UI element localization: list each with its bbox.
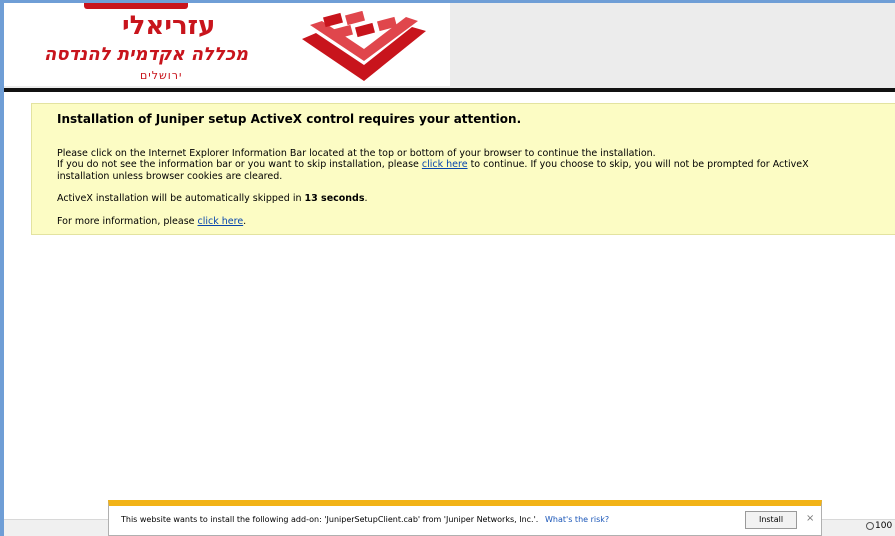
more-info-text: For more information, please bbox=[57, 216, 198, 227]
logo-emblem-icon bbox=[302, 11, 426, 81]
notice-title: Installation of Juniper setup ActiveX co… bbox=[57, 112, 522, 126]
install-button[interactable]: Install bbox=[745, 511, 797, 529]
logo-city: ירושלים bbox=[140, 69, 183, 82]
countdown-text-after: . bbox=[364, 193, 368, 204]
more-info-text-after: . bbox=[243, 216, 247, 227]
notice-more-info: For more information, please click here. bbox=[57, 216, 246, 227]
header-divider bbox=[4, 88, 895, 92]
notice-skip-text-after: to continue. If you choose to skip, you … bbox=[467, 159, 809, 170]
zoom-control[interactable]: 100 bbox=[866, 521, 892, 531]
notice-countdown: ActiveX installation will be automatical… bbox=[57, 193, 368, 204]
countdown-text: ActiveX installation will be automatical… bbox=[57, 193, 305, 204]
notice-skip-line: If you do not see the information bar or… bbox=[57, 159, 809, 170]
logo-name: עזריאלי bbox=[122, 11, 216, 41]
countdown-value: 13 seconds bbox=[304, 193, 365, 204]
addon-install-message: This website wants to install the follow… bbox=[121, 515, 539, 524]
activex-notice-panel: Installation of Juniper setup ActiveX co… bbox=[31, 103, 895, 235]
skip-install-link[interactable]: click here bbox=[422, 159, 468, 170]
more-info-link[interactable]: click here bbox=[198, 216, 244, 227]
logo-subtitle: מכללה אקדמית להנדסה bbox=[44, 44, 249, 65]
logo-top-tab bbox=[84, 3, 188, 9]
notice-skip-text: If you do not see the information bar or… bbox=[57, 159, 422, 170]
notice-cookie-line: installation unless browser cookies are … bbox=[57, 171, 283, 182]
whats-the-risk-link[interactable]: What's the risk? bbox=[545, 515, 609, 524]
college-logo: עזריאלי מכללה אקדמית להנדסה ירושלים bbox=[4, 3, 450, 86]
addon-notification-bar: This website wants to install the follow… bbox=[108, 500, 822, 536]
notice-instruction: Please click on the Internet Explorer In… bbox=[57, 148, 656, 159]
close-icon[interactable]: × bbox=[806, 513, 814, 524]
zoom-level: 100 bbox=[875, 521, 893, 531]
magnifier-icon bbox=[866, 521, 874, 530]
